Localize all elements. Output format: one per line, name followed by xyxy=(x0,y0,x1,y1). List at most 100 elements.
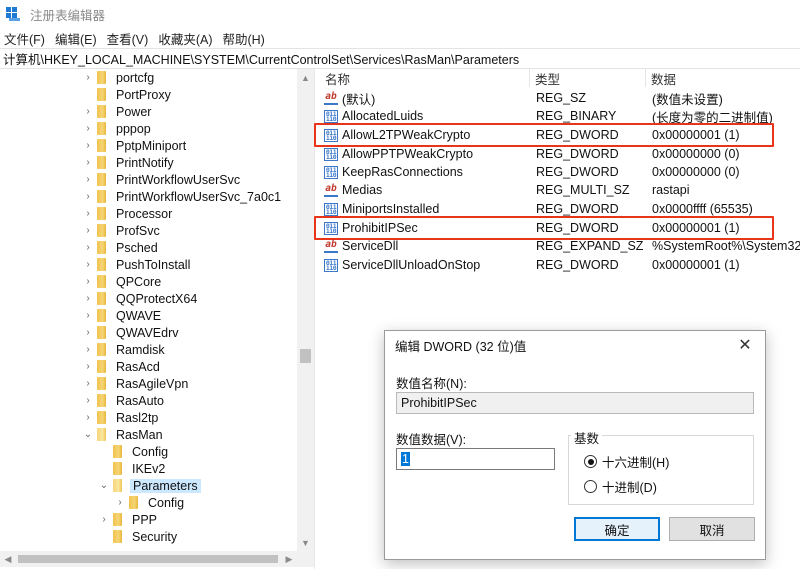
chevron-right-icon[interactable]: › xyxy=(83,409,93,426)
scroll-up-icon[interactable]: ▲ xyxy=(297,69,314,86)
column-type-header[interactable]: 类型 xyxy=(530,69,646,87)
folder-icon xyxy=(97,326,106,339)
dec-radio-option[interactable]: 十进制(D) xyxy=(584,477,657,496)
value-data-input[interactable]: 1 xyxy=(396,448,555,470)
folder-icon xyxy=(97,258,106,271)
radio-checked-icon[interactable] xyxy=(584,455,597,468)
tree-item-parameters-config[interactable]: › Config xyxy=(115,494,186,511)
tree-item-qpcore[interactable]: › QPCore xyxy=(83,273,163,290)
scroll-thumb[interactable] xyxy=(300,349,311,363)
value-data-text: 1 xyxy=(401,452,410,466)
chevron-right-icon[interactable]: › xyxy=(115,494,125,511)
chevron-right-icon[interactable]: › xyxy=(83,290,93,307)
value-row-keeprasconnections[interactable]: 011 110 KeepRasConnections REG_DWORD 0x000… xyxy=(320,163,800,181)
scroll-down-icon[interactable]: ▼ xyxy=(297,534,314,551)
tree-item-security[interactable]: Security xyxy=(99,528,179,545)
tree-item-psched[interactable]: › Psched xyxy=(83,239,160,256)
chevron-right-icon[interactable]: › xyxy=(83,273,93,290)
menu-edit[interactable]: 编辑(E) xyxy=(50,29,102,48)
value-row-medias[interactable]: ab Medias REG_MULTI_SZ rastapi xyxy=(320,181,800,199)
tree-item-config[interactable]: Config xyxy=(99,443,170,460)
tree-item-rasl2tp[interactable]: › Rasl2tp xyxy=(83,409,160,426)
tree-item-ramdisk[interactable]: › Ramdisk xyxy=(83,341,167,358)
tree-item-power[interactable]: › Power xyxy=(83,103,153,120)
menu-favorites[interactable]: 收藏夹(A) xyxy=(153,29,217,48)
tree-vertical-scrollbar[interactable]: ▲ ▼ xyxy=(297,69,314,551)
chevron-right-icon[interactable]: › xyxy=(83,69,93,86)
tree-item-ppp[interactable]: › PPP xyxy=(99,511,159,528)
value-row-default[interactable]: ab (默认) REG_SZ (数值未设置) xyxy=(320,89,800,107)
tree-item-rasacd[interactable]: › RasAcd xyxy=(83,358,162,375)
ok-button[interactable]: 确定 xyxy=(574,517,660,541)
folder-icon xyxy=(97,105,106,118)
chevron-right-icon[interactable] xyxy=(83,86,93,103)
edit-dword-dialog: 编辑 DWORD (32 位)值 ✕ 数值名称(N): ProhibitIPSe… xyxy=(384,330,766,560)
tree-item-printworkflowusersvc[interactable]: › PrintWorkflowUserSvc xyxy=(83,171,242,188)
chevron-right-icon[interactable]: › xyxy=(83,171,93,188)
chevron-right-icon[interactable]: › xyxy=(83,137,93,154)
radio-unchecked-icon[interactable] xyxy=(584,480,597,493)
title-bar: 注册表编辑器 xyxy=(0,0,800,28)
scroll-left-icon[interactable]: ◀ xyxy=(0,551,16,567)
folder-icon xyxy=(97,190,106,203)
chevron-down-icon[interactable]: ⌄ xyxy=(83,426,93,443)
tree-item-profsvc[interactable]: › ProfSvc xyxy=(83,222,162,239)
tree-item-pppop[interactable]: › pppop xyxy=(83,120,153,137)
chevron-right-icon[interactable]: › xyxy=(83,120,93,137)
chevron-right-icon[interactable]: › xyxy=(83,239,93,256)
chevron-right-icon[interactable]: › xyxy=(83,103,93,120)
tree-item-printnotify[interactable]: › PrintNotify xyxy=(83,154,176,171)
scroll-right-icon[interactable]: ▶ xyxy=(281,551,297,567)
chevron-down-icon[interactable]: ⌄ xyxy=(99,477,109,494)
menu-view[interactable]: 查看(V) xyxy=(102,29,154,48)
value-data-label: 数值数据(V): xyxy=(396,433,467,447)
scroll-thumb[interactable] xyxy=(18,555,278,563)
chevron-right-icon[interactable] xyxy=(99,443,109,460)
tree-item-processor[interactable]: › Processor xyxy=(83,205,174,222)
menu-file[interactable]: 文件(F) xyxy=(0,29,50,48)
value-row-servicedllunloadonstop[interactable]: 011 110 ServiceDllUnloadOnStop REG_DWORD 0… xyxy=(320,256,800,274)
tree-item-printworkflowusersvc-7a0c1[interactable]: › PrintWorkflowUserSvc_7a0c1 xyxy=(83,188,283,205)
cancel-button[interactable]: 取消 xyxy=(669,517,755,541)
tree-item-parameters[interactable]: ⌄ Parameters xyxy=(99,477,201,494)
hex-radio-option[interactable]: 十六进制(H) xyxy=(584,452,669,471)
chevron-right-icon[interactable]: › xyxy=(83,188,93,205)
chevron-right-icon[interactable]: › xyxy=(83,392,93,409)
tree-item-rasman[interactable]: ⌄ RasMan xyxy=(83,426,165,443)
base-group-title: 基数 xyxy=(571,428,603,447)
chevron-right-icon[interactable]: › xyxy=(83,256,93,273)
tree-item-qwave[interactable]: › QWAVE xyxy=(83,307,163,324)
tree-horizontal-scrollbar[interactable]: ◀ ▶ xyxy=(0,551,314,567)
tree-item-qqprotectx64[interactable]: › QQProtectX64 xyxy=(83,290,199,307)
tree-item-portcfg[interactable]: › portcfg xyxy=(83,69,156,86)
chevron-right-icon[interactable]: › xyxy=(83,375,93,392)
folder-icon xyxy=(97,224,106,237)
address-bar[interactable]: 计算机\HKEY_LOCAL_MACHINE\SYSTEM\CurrentCon… xyxy=(0,48,800,69)
dec-radio-label: 十进制(D) xyxy=(602,481,657,495)
tree-item-ikev2[interactable]: IKEv2 xyxy=(99,460,167,477)
column-data-header[interactable]: 数据 xyxy=(646,69,800,87)
chevron-right-icon[interactable]: › xyxy=(83,307,93,324)
chevron-right-icon[interactable]: › xyxy=(83,341,93,358)
chevron-right-icon[interactable]: › xyxy=(83,154,93,171)
menu-help[interactable]: 帮助(H) xyxy=(217,29,269,48)
tree-item-qwavedrv[interactable]: › QWAVEdrv xyxy=(83,324,181,341)
string-value-icon: ab xyxy=(324,239,338,253)
binary-value-icon: 011 110 xyxy=(324,109,338,123)
chevron-right-icon[interactable]: › xyxy=(99,511,109,528)
tree-item-rasagilevpn[interactable]: › RasAgileVpn xyxy=(83,375,190,392)
tree-item-pushtoinstall[interactable]: › PushToInstall xyxy=(83,256,192,273)
tree-item-pptpminiport[interactable]: › PptpMiniport xyxy=(83,137,188,154)
chevron-right-icon[interactable]: › xyxy=(83,205,93,222)
value-row-allowpptpweakcrypto[interactable]: 011 110 AllowPPTPWeakCrypto REG_DWORD 0x00… xyxy=(320,145,800,163)
chevron-right-icon[interactable]: › xyxy=(83,222,93,239)
close-icon[interactable]: ✕ xyxy=(735,335,755,355)
chevron-right-icon[interactable]: › xyxy=(83,358,93,375)
tree-item-rasauto[interactable]: › RasAuto xyxy=(83,392,166,409)
tree-item-portproxy[interactable]: PortProxy xyxy=(83,86,173,103)
folder-icon xyxy=(97,292,106,305)
chevron-right-icon[interactable] xyxy=(99,528,109,545)
column-name-header[interactable]: 名称 xyxy=(320,69,530,87)
chevron-right-icon[interactable]: › xyxy=(83,324,93,341)
chevron-right-icon[interactable] xyxy=(99,460,109,477)
